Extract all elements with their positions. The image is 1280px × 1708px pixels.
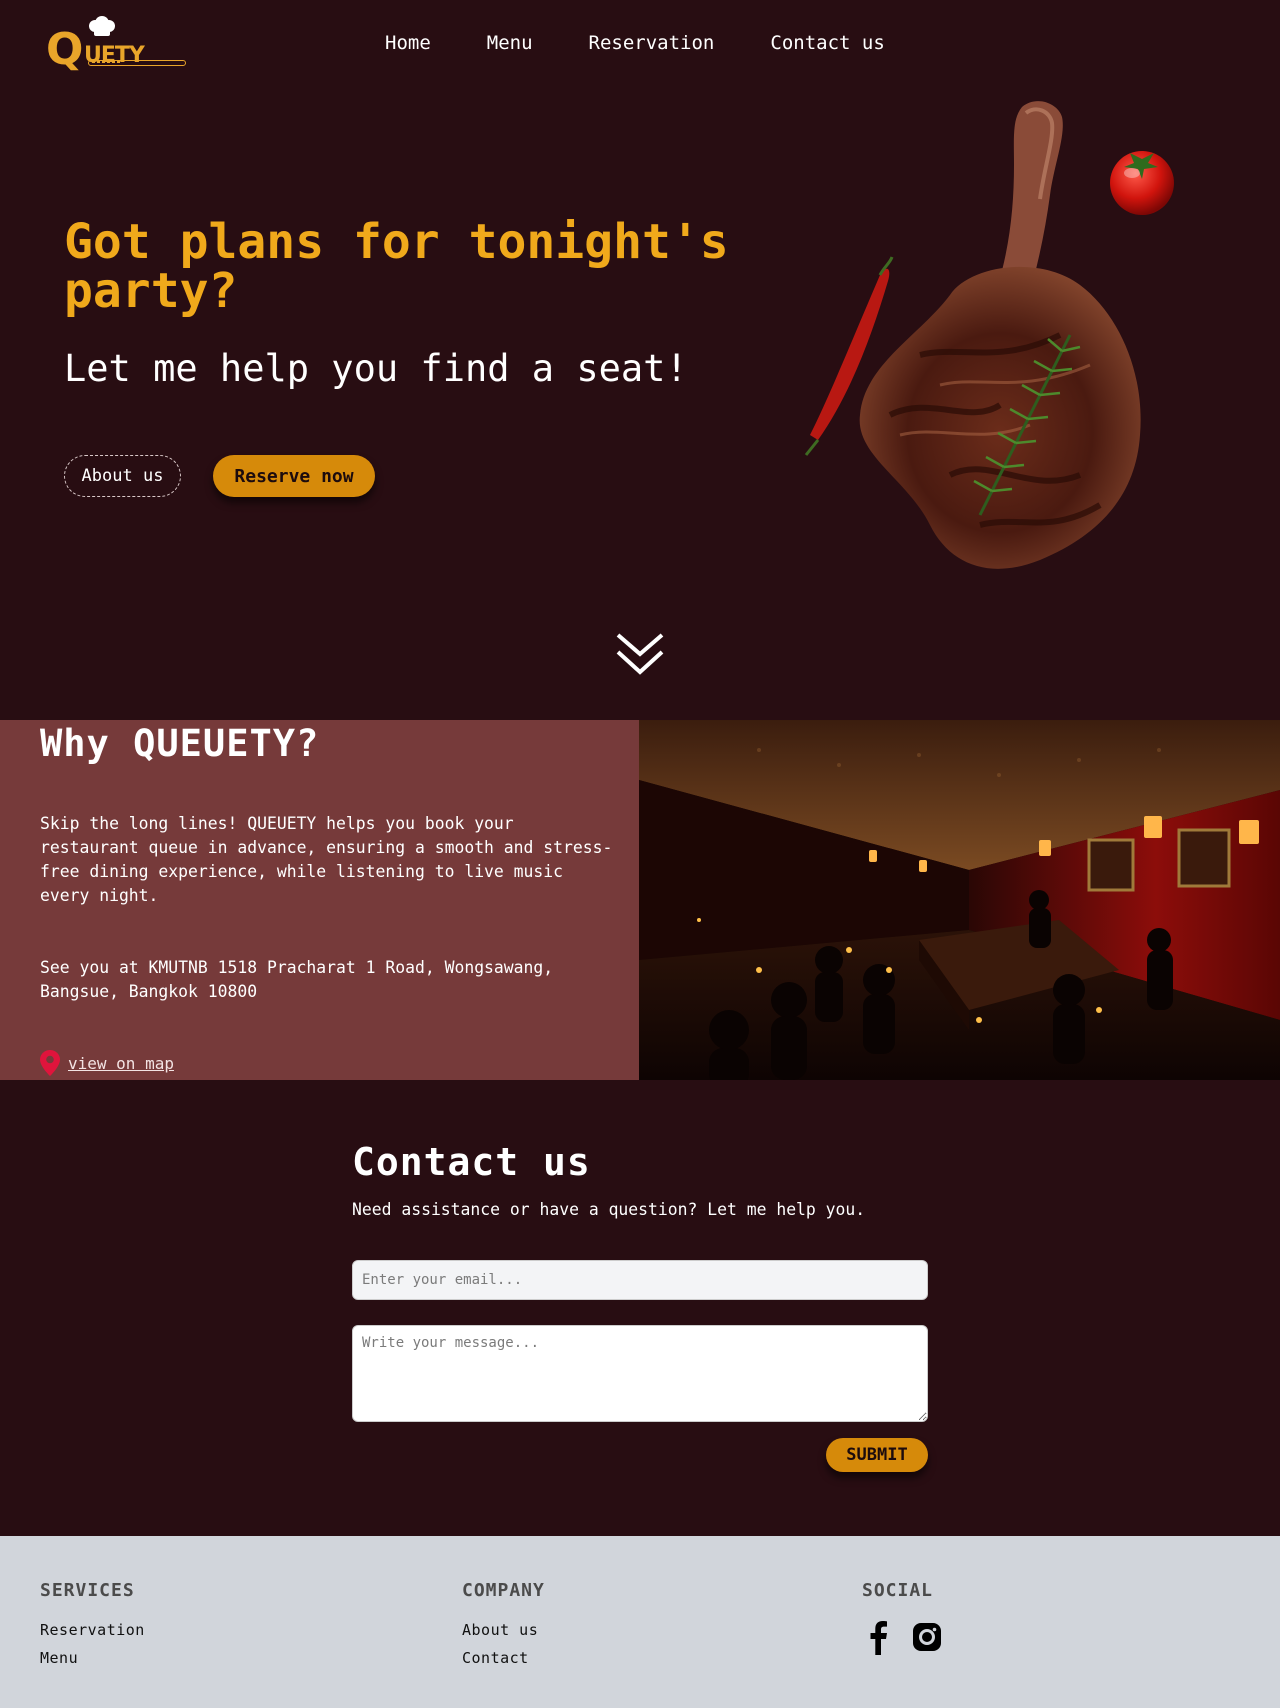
footer-social-heading: SOCIAL: [862, 1580, 934, 1601]
footer-company-heading: COMPANY: [462, 1580, 545, 1601]
footer-company: COMPANY About us Contact: [462, 1580, 545, 1677]
hero-title: Got plans for tonight's party?: [64, 214, 729, 319]
double-chevron-down-icon[interactable]: [615, 632, 665, 678]
top-navbar: Q UETY Home Menu Reservation Contact us: [0, 0, 1280, 88]
social-icons: [862, 1619, 944, 1655]
message-textarea[interactable]: [352, 1325, 928, 1422]
svg-text:UETY: UETY: [84, 43, 146, 68]
restaurant-photo-art: [639, 720, 1280, 1080]
footer-services-heading: SERVICES: [40, 1580, 135, 1601]
footer-link-reservation[interactable]: Reservation: [40, 1621, 145, 1639]
instagram-icon[interactable]: [910, 1619, 944, 1655]
map-pin-icon: [40, 1050, 60, 1076]
view-on-map-link[interactable]: view on map: [40, 1050, 174, 1076]
nav-menu[interactable]: Menu: [487, 32, 533, 54]
facebook-icon[interactable]: [862, 1619, 896, 1655]
brand-logo[interactable]: Q UETY: [46, 16, 186, 72]
why-section: Why QUEUETY? Skip the long lines! QUEUET…: [0, 720, 1280, 1080]
restaurant-live-music-photo: [639, 720, 1280, 1080]
why-title: Why QUEUETY?: [40, 722, 320, 765]
site-footer: SERVICES Reservation Menu COMPANY About …: [0, 1536, 1280, 1708]
email-input[interactable]: [352, 1260, 928, 1300]
view-on-map-label: view on map: [68, 1053, 174, 1073]
footer-services: SERVICES Reservation Menu: [40, 1580, 145, 1677]
contact-title: Contact us: [352, 1140, 591, 1184]
about-us-button[interactable]: About us: [64, 455, 181, 497]
hero-subtitle: Let me help you find a seat!: [64, 347, 688, 390]
footer-social: SOCIAL: [862, 1580, 944, 1655]
why-description: Skip the long lines! QUEUETY helps you b…: [40, 814, 613, 905]
svg-text:Q: Q: [46, 24, 83, 72]
nav-contact-us[interactable]: Contact us: [770, 32, 884, 54]
nav-home[interactable]: Home: [385, 32, 431, 54]
why-text-panel: Why QUEUETY? Skip the long lines! QUEUET…: [0, 720, 639, 1080]
contact-subtitle: Need assistance or have a question? Let …: [352, 1200, 866, 1219]
steak-tomahawk-illustration: [804, 101, 1174, 569]
nav-links: Home Menu Reservation Contact us: [385, 32, 941, 54]
reserve-now-button[interactable]: Reserve now: [213, 455, 375, 497]
nav-reservation[interactable]: Reservation: [589, 32, 715, 54]
footer-link-menu[interactable]: Menu: [40, 1649, 145, 1667]
why-address: See you at KMUTNB 1518 Pracharat 1 Road,…: [40, 958, 554, 1001]
submit-button[interactable]: SUBMIT: [826, 1438, 928, 1472]
footer-link-about-us[interactable]: About us: [462, 1621, 545, 1639]
logo-wordmark: Q UETY: [46, 24, 147, 72]
footer-link-contact[interactable]: Contact: [462, 1649, 545, 1667]
